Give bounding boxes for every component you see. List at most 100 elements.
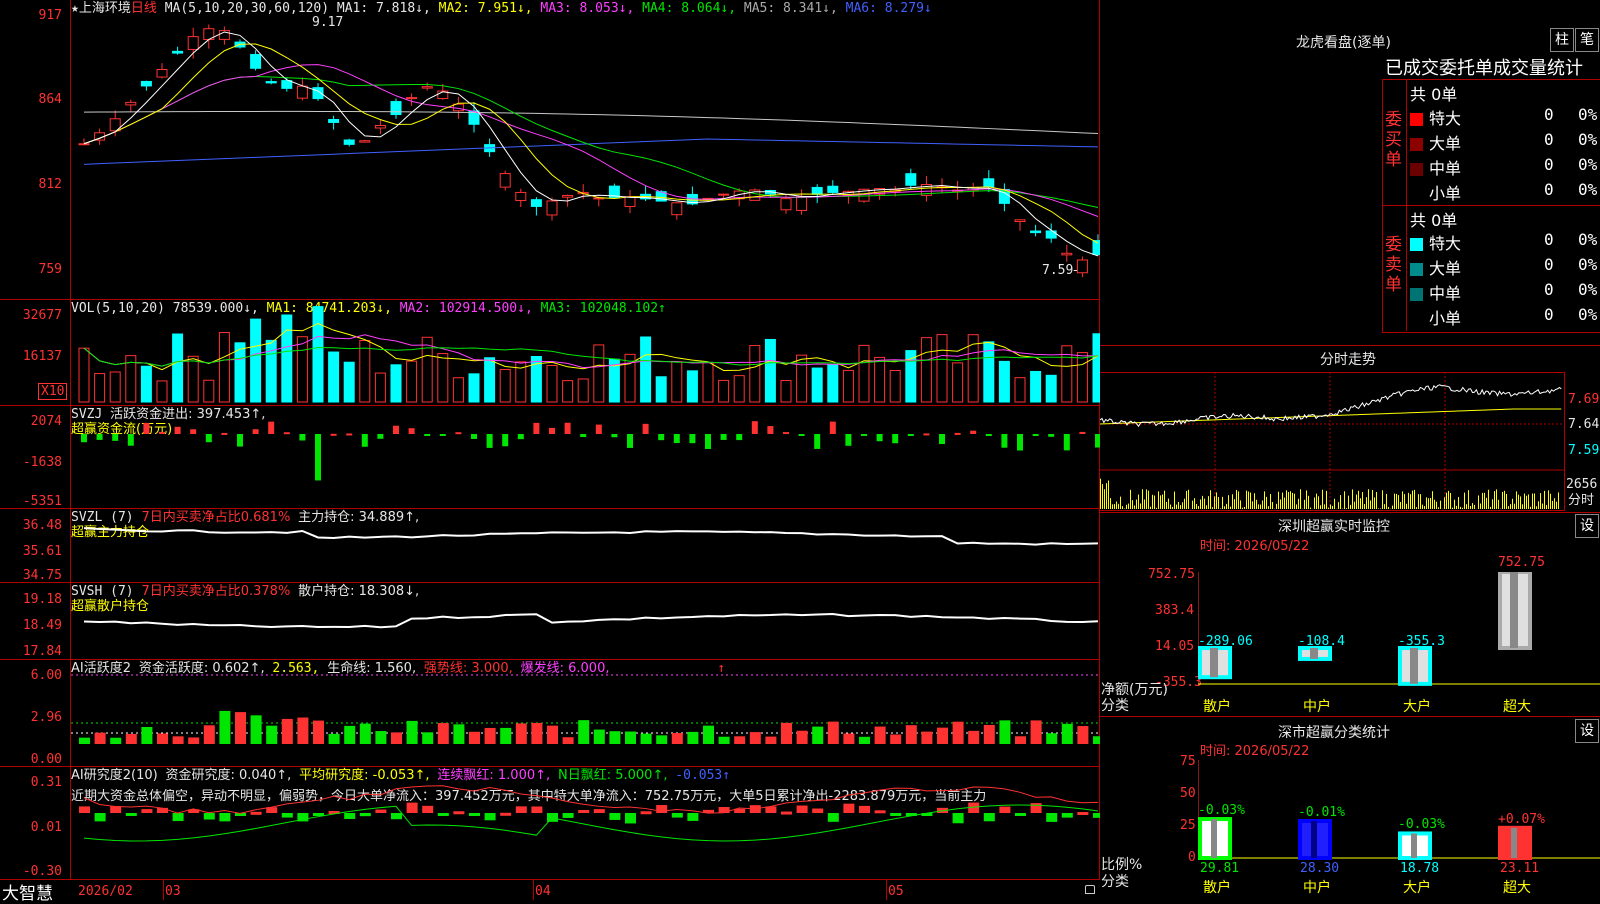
candle-body [828, 186, 838, 192]
fenshi-volume-tick [1104, 489, 1105, 509]
fenshi-volume-tick [1494, 491, 1495, 509]
fenshi-volume-tick [1148, 491, 1149, 509]
fenshi-volume-tick [1478, 495, 1479, 509]
fenshi-volume-tick [1208, 496, 1209, 509]
fenshi-volume-tick [1118, 504, 1119, 509]
fenshi-volume-tick [1520, 496, 1521, 509]
fenshi-volume-tick [1244, 507, 1245, 509]
volume-bar [141, 366, 151, 402]
candle-body [126, 102, 136, 105]
activity-bar [329, 734, 340, 744]
volume-bar [79, 348, 89, 402]
fenshi-volume-tick [1468, 490, 1469, 509]
svzj-axis-mid: -1638 [2, 455, 62, 470]
stats-category: 超大 [1503, 881, 1531, 896]
volume-chart[interactable] [71, 300, 1100, 405]
stats-title: 深市超赢分类统计 [1278, 722, 1390, 742]
candle-body [188, 37, 198, 50]
volume-bar [734, 376, 744, 402]
vol-unit: X10 [38, 383, 67, 400]
lhb-tick-button[interactable]: 笔 [1575, 28, 1599, 52]
volume-bar [547, 365, 557, 402]
lhb-div [1382, 205, 1600, 206]
volume-bar [157, 381, 167, 402]
candle-body [812, 187, 822, 194]
candle-body [781, 199, 791, 210]
stats-bar-value: 28.30 [1300, 861, 1339, 876]
candlestick-chart[interactable] [71, 0, 1100, 299]
research-bar [1031, 803, 1042, 813]
brand-logo[interactable]: 大智慧 [2, 879, 53, 904]
fenshi-volume-tick [1344, 491, 1345, 509]
activity-bar [812, 727, 823, 744]
fenshi-volume-tick [1334, 499, 1335, 509]
fenshi-volume-tick [1216, 492, 1217, 509]
fenshi-volume-tick [1316, 494, 1317, 509]
activity-bar [173, 736, 184, 744]
xaxis-tick-apr [533, 880, 534, 900]
fenshi-volume-tick [1300, 489, 1301, 509]
volume-bar [828, 365, 838, 402]
activity-bar [407, 721, 418, 744]
monitor-settings-button[interactable]: 设 [1575, 514, 1599, 538]
volume-bar [173, 334, 183, 402]
fenshi-volume-tick [1152, 495, 1153, 509]
lhb-sell-row: 小单00% [1410, 305, 1600, 330]
ai1-axis-mid: 2.96 [2, 710, 62, 725]
fenshi-volume-tick [1454, 500, 1455, 509]
fenshi-volume-tick [1482, 493, 1483, 509]
research-bar [173, 813, 184, 821]
fund-flow-bar [674, 434, 680, 443]
fenshi-volume-tick [1490, 507, 1491, 509]
activity-bar [219, 711, 230, 744]
fenshi-volume-tick [1366, 497, 1367, 509]
fenshi-volume-tick [1182, 502, 1183, 509]
fenshi-volume-tick [1528, 494, 1529, 509]
svzl-chart[interactable] [71, 509, 1100, 582]
candle-body [547, 201, 557, 215]
research-bar [609, 813, 620, 820]
fund-flow-bar [471, 434, 477, 439]
fenshi-volume-tick [1530, 507, 1531, 509]
ai1-axis-bot: 0.00 [2, 752, 62, 767]
xaxis-label-feb: 2026/02 [78, 884, 133, 899]
fenshi-volume-tick [1196, 504, 1197, 509]
fenshi-volume-tick [1548, 490, 1549, 509]
fenshi-volume-tick [1412, 491, 1413, 509]
stats-bar-change: -0.03% [1198, 803, 1245, 818]
fenshi-volume-tick [1484, 493, 1485, 509]
fenshi-volume-tick [1124, 508, 1125, 509]
fund-flow-bar [315, 434, 321, 480]
lhb-bar-button[interactable]: 柱 [1550, 28, 1574, 52]
research-bar [578, 810, 589, 813]
research-bar [141, 809, 152, 813]
ai2-chart[interactable] [71, 767, 1100, 880]
fenshi-volume-tick [1268, 506, 1269, 509]
fund-flow-bar [1001, 434, 1007, 448]
fenshi-volume-tick [1290, 491, 1291, 509]
fund-flow-bar [97, 434, 103, 440]
fund-flow-bar [752, 421, 758, 434]
stats-settings-button[interactable]: 设 [1575, 719, 1599, 743]
fenshi-volume-tick [1380, 508, 1381, 509]
activity-bar [344, 726, 355, 744]
fund-flow-bar [175, 427, 181, 434]
vol-axis-mid: 16137 [2, 349, 62, 364]
svzj-chart[interactable] [71, 406, 1100, 508]
activity-bar [485, 728, 496, 744]
ai1-chart[interactable] [71, 660, 1100, 766]
stats-category: 散户 [1203, 881, 1231, 896]
fenshi-chart[interactable] [1100, 372, 1564, 509]
activity-bar [578, 720, 589, 744]
fenshi-volume-tick [1432, 491, 1433, 509]
svsh-chart[interactable] [71, 583, 1100, 659]
monitor-bar-value: -108.4 [1298, 634, 1345, 649]
fenshi-volume-tick [1126, 505, 1127, 509]
fenshi-volume-tick [1102, 484, 1103, 509]
fenshi-volume-tick [1446, 493, 1447, 509]
fenshi-volume-tick [1108, 480, 1109, 509]
fund-flow-bar [658, 434, 664, 440]
fenshi-volume-tick [1376, 492, 1377, 509]
fenshi-volume-tick [1448, 491, 1449, 509]
lock-icon[interactable] [1085, 885, 1095, 894]
